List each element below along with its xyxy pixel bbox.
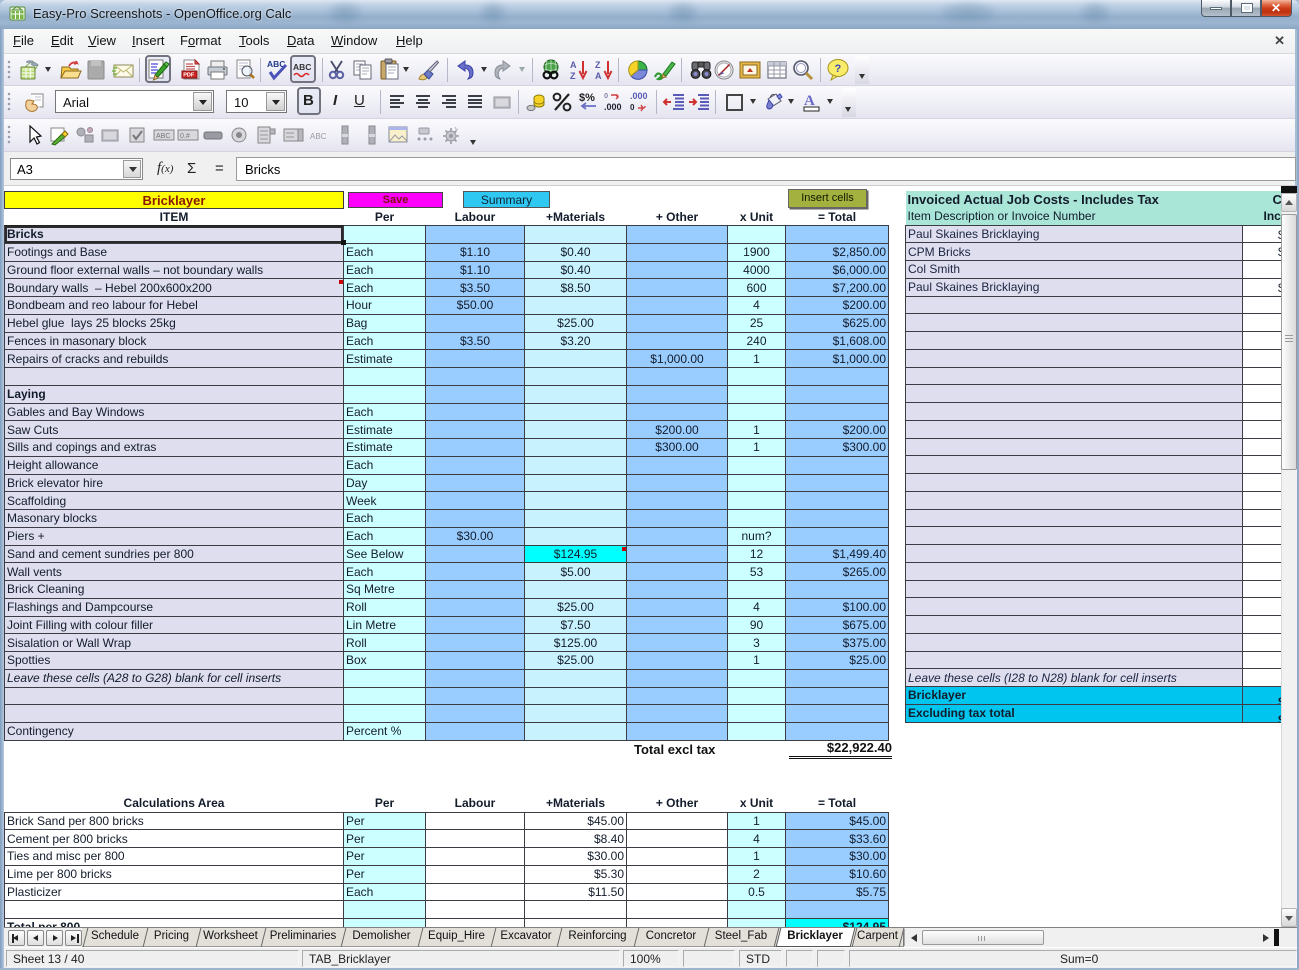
- svg-text:Z: Z: [595, 60, 601, 70]
- svg-text:Z: Z: [570, 71, 576, 81]
- svg-text:PDF: PDF: [183, 73, 195, 79]
- svg-text:.000: .000: [604, 102, 622, 112]
- svg-text:ABC: ABC: [156, 133, 170, 140]
- svg-text:0.#: 0.#: [180, 133, 190, 140]
- svg-text:?: ?: [835, 63, 842, 75]
- svg-text:.000: .000: [630, 91, 648, 101]
- svg-text:ABC: ABC: [293, 62, 311, 72]
- svg-text:A: A: [570, 60, 577, 70]
- svg-text:A: A: [595, 71, 602, 81]
- svg-text:0: 0: [630, 103, 635, 112]
- svg-text:$%: $%: [579, 92, 595, 104]
- svg-text:0: 0: [604, 91, 608, 100]
- svg-text:ABC: ABC: [310, 132, 327, 141]
